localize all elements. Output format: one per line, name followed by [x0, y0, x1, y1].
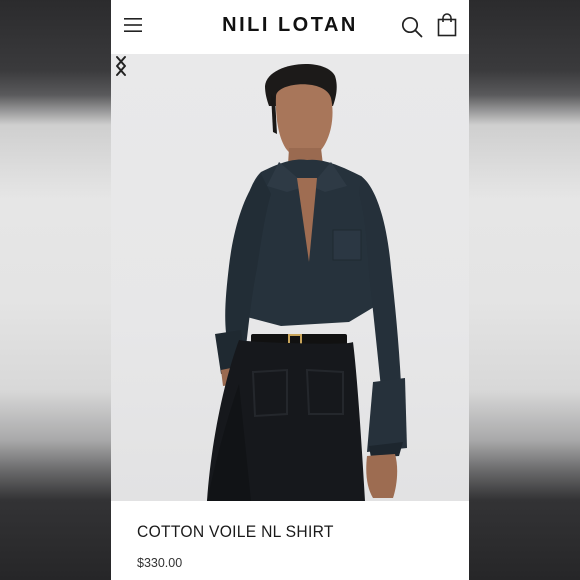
site-header: NILI LOTAN: [111, 0, 469, 54]
product-image[interactable]: [111, 54, 469, 501]
shopping-bag-icon[interactable]: [437, 13, 457, 37]
product-info: COTTON VOILE NL SHIRT $330.00: [111, 501, 469, 580]
backdrop-right: [469, 0, 580, 580]
product-price: $330.00: [137, 556, 183, 570]
chevron-right-icon[interactable]: [111, 54, 131, 78]
backdrop-left: [0, 0, 111, 580]
model-illustration: [207, 63, 407, 501]
mobile-screen: NILI LOTAN COTTON VOILE NL SHIRT $330.00: [111, 0, 469, 580]
search-icon[interactable]: [401, 16, 423, 38]
product-title: COTTON VOILE NL SHIRT: [137, 522, 334, 541]
